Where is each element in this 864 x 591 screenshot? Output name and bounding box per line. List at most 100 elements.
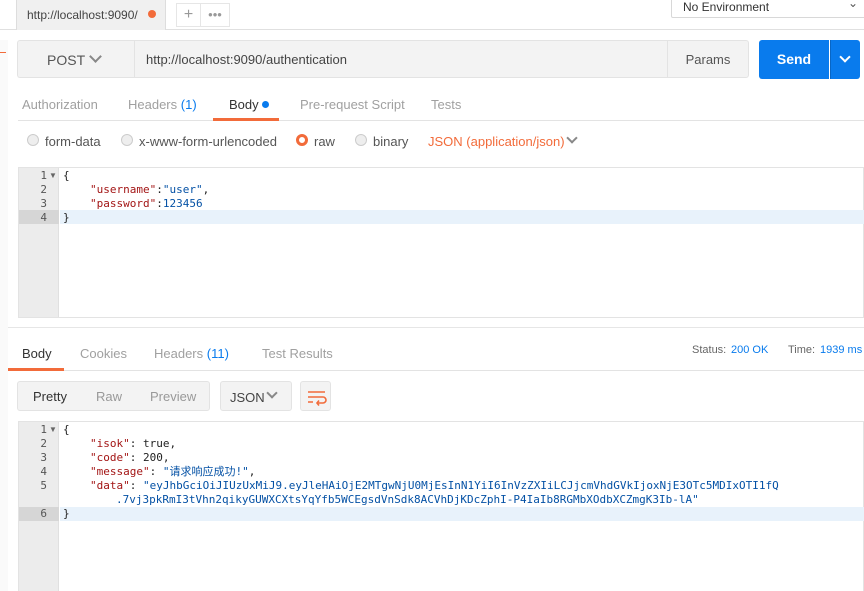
binary-radio[interactable] bbox=[355, 134, 367, 146]
json-colon: : bbox=[156, 197, 163, 210]
json-colon: : bbox=[156, 183, 163, 196]
tab-cookies[interactable]: Cookies bbox=[80, 346, 127, 361]
json-key: "username" bbox=[90, 183, 157, 196]
json-key: "data" bbox=[90, 479, 130, 492]
json-key: "password" bbox=[90, 197, 157, 210]
code-line: "code": 200, bbox=[90, 451, 170, 464]
tab-divider bbox=[18, 120, 864, 121]
fold-arrow-icon[interactable]: ▼ bbox=[49, 425, 57, 434]
line-number: 4 bbox=[40, 465, 47, 478]
response-headers-count-badge: (11) bbox=[206, 346, 229, 361]
form-data-radio[interactable] bbox=[27, 134, 39, 146]
code-line-wrapped: .7vj3pkRmI3tVhn2qikyGUWXCXtsYqYfb5WCEgsd… bbox=[116, 493, 699, 506]
raw-radio[interactable] bbox=[296, 134, 308, 146]
format-label: JSON bbox=[230, 390, 265, 405]
raw-button[interactable]: Raw bbox=[96, 389, 122, 404]
json-value: true bbox=[143, 437, 170, 450]
json-key: "isok" bbox=[90, 437, 130, 450]
line-number: 6 bbox=[40, 507, 47, 520]
tab-authorization[interactable]: Authorization bbox=[22, 97, 98, 112]
time-value[interactable]: 1939 ms bbox=[820, 344, 862, 356]
sidebar-edge bbox=[0, 40, 8, 591]
tab-response-body[interactable]: Body bbox=[22, 346, 52, 361]
line-number: 1 bbox=[40, 169, 47, 182]
code-line: "password":123456 bbox=[90, 197, 203, 211]
json-value: "eyJhbGciOiJIUzUxMiJ9.eyJleHAiOjE2MTgwNj… bbox=[143, 479, 779, 492]
tab-tests[interactable]: Tests bbox=[431, 97, 461, 112]
wrap-lines-button[interactable] bbox=[300, 381, 331, 411]
line-number: 2 bbox=[40, 437, 47, 450]
body-modified-dot-icon bbox=[262, 101, 269, 108]
tab-divider bbox=[8, 370, 864, 371]
line-number: 3 bbox=[40, 197, 47, 210]
method-label: POST bbox=[47, 52, 86, 68]
urlencoded-label: x-www-form-urlencoded bbox=[139, 134, 277, 149]
form-data-label: form-data bbox=[45, 134, 101, 149]
code-line: "message": "请求响应成功!", bbox=[90, 465, 256, 478]
binary-label: binary bbox=[373, 134, 409, 149]
code-line: { bbox=[63, 169, 70, 182]
line-number: 1 bbox=[40, 423, 47, 436]
method-select[interactable]: POST bbox=[17, 40, 135, 78]
json-value: 123456 bbox=[162, 197, 203, 210]
code-line: { bbox=[63, 423, 70, 436]
active-line-highlight bbox=[60, 507, 864, 521]
tab-body[interactable]: Body bbox=[229, 97, 259, 112]
new-tab-button[interactable]: + bbox=[176, 3, 200, 27]
line-number: 2 bbox=[40, 183, 47, 196]
response-body-viewer[interactable]: 1 ▼ 2 3 4 5 6 { "isok": true, "code": 20… bbox=[18, 421, 864, 591]
time-label: Time: bbox=[788, 344, 816, 356]
json-value: "请求响应成功!" bbox=[162, 465, 249, 478]
tab-response-headers[interactable]: Headers (11) bbox=[154, 346, 229, 361]
code-line: "data": "eyJhbGciOiJIUzUxMiJ9.eyJleHAiOj… bbox=[90, 479, 779, 492]
section-divider bbox=[8, 327, 864, 328]
headers-count-badge: (1) bbox=[180, 97, 197, 112]
code-line: "username":"user", bbox=[90, 183, 209, 197]
send-options-button[interactable] bbox=[830, 40, 860, 79]
tab-response-headers-label: Headers bbox=[154, 346, 204, 361]
environment-label: No Environment bbox=[683, 0, 770, 14]
raw-label: raw bbox=[314, 134, 335, 149]
tab-headers-label: Headers bbox=[128, 97, 178, 112]
code-line: "isok": true, bbox=[90, 437, 177, 450]
url-input[interactable]: http://localhost:9090/authentication bbox=[134, 40, 668, 78]
format-select[interactable]: JSON bbox=[220, 381, 292, 411]
chevron-down-icon bbox=[839, 51, 851, 63]
sidebar-marker bbox=[0, 52, 6, 53]
pretty-button[interactable]: Pretty bbox=[33, 389, 67, 404]
request-body-editor[interactable]: 1 ▼ 2 3 4 { "username":"user", "password… bbox=[18, 167, 864, 318]
status-value[interactable]: 200 OK bbox=[731, 344, 768, 356]
wrap-lines-icon bbox=[308, 391, 327, 406]
send-button[interactable]: Send bbox=[759, 40, 829, 79]
preview-button[interactable]: Preview bbox=[150, 389, 196, 404]
line-number: 3 bbox=[40, 451, 47, 464]
json-key: "code" bbox=[90, 451, 130, 464]
chevron-down-icon: ⌄ bbox=[848, 0, 859, 10]
json-value: 200 bbox=[143, 451, 163, 464]
chevron-down-icon bbox=[566, 132, 578, 144]
request-tab-label: http://localhost:9090/ bbox=[27, 8, 138, 22]
code-line: } bbox=[63, 211, 70, 224]
active-tab-indicator bbox=[8, 368, 64, 371]
more-tabs-button[interactable]: ••• bbox=[200, 3, 230, 27]
tab-test-results[interactable]: Test Results bbox=[262, 346, 333, 361]
code-line: } bbox=[63, 507, 70, 520]
json-value: "user" bbox=[162, 183, 203, 196]
request-tab-active[interactable]: http://localhost:9090/ bbox=[16, 0, 166, 30]
unsaved-dot-icon bbox=[148, 10, 156, 18]
active-line-highlight bbox=[60, 210, 864, 224]
line-number: 5 bbox=[40, 479, 47, 492]
url-text: http://localhost:9090/authentication bbox=[146, 52, 347, 67]
active-tab-indicator bbox=[213, 118, 279, 121]
line-number: 4 bbox=[40, 211, 47, 224]
fold-arrow-icon[interactable]: ▼ bbox=[49, 171, 57, 180]
environment-select[interactable]: No Environment bbox=[671, 0, 864, 18]
json-key: "message" bbox=[90, 465, 150, 478]
urlencoded-radio[interactable] bbox=[121, 134, 133, 146]
params-button[interactable]: Params bbox=[667, 40, 749, 78]
json-comma: , bbox=[202, 183, 210, 196]
tab-headers[interactable]: Headers (1) bbox=[128, 97, 197, 112]
tab-prerequest-script[interactable]: Pre-request Script bbox=[300, 97, 405, 112]
content-type-select[interactable]: JSON (application/json) bbox=[428, 134, 565, 149]
status-label: Status: bbox=[692, 344, 727, 356]
